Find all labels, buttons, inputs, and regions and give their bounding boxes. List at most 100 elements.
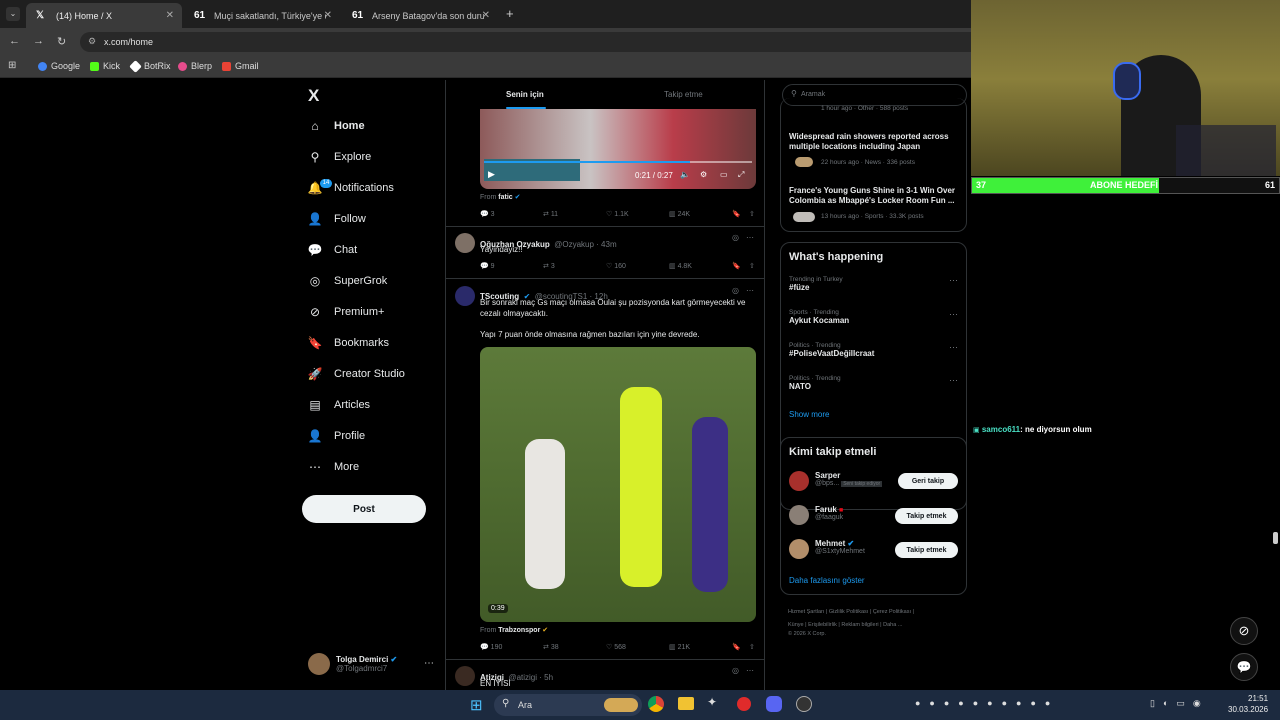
repost-button[interactable]: ⇄ 3 <box>543 262 606 270</box>
reply-button[interactable]: 💬 3 <box>480 210 543 218</box>
views-button[interactable]: ▥ 24K <box>669 210 732 218</box>
tray-status-icons[interactable]: ▯◐▭◉ <box>1150 698 1209 709</box>
news-item[interactable]: France's Young Guns Shine in 3-1 Win Ove… <box>789 186 959 206</box>
reply-button[interactable]: 💬 9 <box>480 262 543 270</box>
media-app-icon[interactable] <box>737 697 751 711</box>
bookmark-icon[interactable]: 🔖 <box>732 262 749 270</box>
post-button[interactable]: Post <box>302 495 426 523</box>
fullscreen-icon[interactable]: ⤢ <box>738 170 744 180</box>
share-icon[interactable]: ⇧ <box>749 210 759 218</box>
avatar[interactable] <box>455 666 475 686</box>
sidebar-item-profile[interactable]: 👤 Profile <box>308 429 366 443</box>
avatar[interactable] <box>789 471 809 491</box>
url-field[interactable]: ⚙ x.com/home <box>80 32 971 52</box>
sidebar-item-supergrok[interactable]: ◎ SuperGrok <box>308 274 387 288</box>
reply-button[interactable]: 💬 190 <box>480 643 543 651</box>
tweet-more-icon[interactable]: ⋯ <box>746 233 754 242</box>
show-more-link[interactable]: Show more <box>789 410 829 419</box>
settings-icon[interactable]: ⚙ <box>700 170 707 179</box>
tab-for-you[interactable]: Senin için <box>506 90 544 99</box>
bookmark-kick[interactable]: Kick <box>90 61 120 71</box>
reload-icon[interactable]: ↻ <box>57 35 66 48</box>
avatar[interactable] <box>308 653 330 675</box>
sidebar-item-chat[interactable]: 💬 Chat <box>308 243 358 257</box>
volume-icon[interactable]: 🔈 <box>680 170 690 179</box>
account-switcher[interactable]: Tolga Demirci ✔ @Tolgadmrci7 <box>336 655 397 673</box>
trend-item[interactable]: Politics · Trending NATO <box>789 375 959 391</box>
taskbar-search[interactable]: ⚲ Ara <box>494 694 642 716</box>
follow-suggestion[interactable]: Mehmet ✔ @S1xtyMehmet <box>815 539 865 555</box>
forward-icon[interactable]: → <box>33 35 44 47</box>
trend-item[interactable]: Politics · Trending #PoliseVaatDeğilIcraa… <box>789 342 959 358</box>
like-button[interactable]: ♡ 1.1K <box>606 210 669 218</box>
close-tab-icon[interactable]: ✕ <box>482 10 490 21</box>
bookmark-icon[interactable]: 🔖 <box>732 210 749 218</box>
bookmark-gmail[interactable]: Gmail <box>222 61 259 71</box>
trend-item[interactable]: Sports · Trending Aykut Kocaman <box>789 309 959 325</box>
tweet-more-icon[interactable]: ⋯ <box>746 666 754 675</box>
tab-muci[interactable]: 61 Muçi sakatlandı, Türkiye'ye dön ✕ <box>184 3 340 28</box>
pip-icon[interactable]: ▭ <box>720 170 728 179</box>
grok-icon[interactable]: ◎ <box>732 233 739 242</box>
repost-button[interactable]: ⇄ 38 <box>543 643 606 651</box>
bookmark-botrix[interactable]: BotRix <box>129 59 171 73</box>
sidebar-item-creator-studio[interactable]: 🚀 Creator Studio <box>308 367 405 381</box>
follow-button[interactable]: Takip etmek <box>895 508 958 524</box>
trend-more-icon[interactable]: ⋯ <box>949 275 958 286</box>
sidebar-item-explore[interactable]: ⚲ Explore <box>308 150 372 164</box>
tab-x-home[interactable]: 𝕏 (14) Home / X ✕ <box>26 3 182 28</box>
account-more-icon[interactable]: ⋯ <box>424 658 434 669</box>
tweet-video[interactable]: ▶ 0:21 / 0:27 🔈 ⚙ ▭ ⤢ <box>480 109 756 189</box>
sidebar-item-more[interactable]: ⋯ More <box>308 460 359 474</box>
follow-suggestion[interactable]: Sarper @bps... Seni takip ediyor <box>815 471 883 487</box>
avatar[interactable] <box>455 286 475 306</box>
views-button[interactable]: ▥ 4.8K <box>669 262 732 270</box>
file-explorer-icon[interactable] <box>678 697 694 710</box>
close-tab-icon[interactable]: ✕ <box>166 10 174 21</box>
sidebar-item-home[interactable]: ⌂ Home <box>308 119 364 133</box>
x-logo-icon[interactable]: X <box>308 86 319 106</box>
bookmark-google[interactable]: Google <box>38 61 80 71</box>
windows-start-icon[interactable]: ⊞ <box>470 696 483 714</box>
back-icon[interactable]: ← <box>9 35 20 47</box>
system-tray-icons[interactable]: ●●●●●●●●●● <box>915 698 1059 708</box>
site-info-icon[interactable]: ⚙ <box>88 36 96 47</box>
new-tab-button[interactable]: + <box>506 6 514 21</box>
chrome-icon[interactable] <box>648 696 664 712</box>
repost-button[interactable]: ⇄ 11 <box>543 210 606 218</box>
messages-floating-button[interactable]: 💬 <box>1230 653 1258 681</box>
avatar[interactable] <box>789 539 809 559</box>
trend-more-icon[interactable]: ⋯ <box>949 342 958 353</box>
follow-button[interactable]: Takip etmek <box>895 542 958 558</box>
video-progress[interactable] <box>484 161 752 163</box>
tweet-more-icon[interactable]: ⋯ <box>746 286 754 295</box>
close-tab-icon[interactable]: ✕ <box>324 10 332 21</box>
views-button[interactable]: ▥ 21K <box>669 643 732 651</box>
like-button[interactable]: ♡ 160 <box>606 262 669 270</box>
sidebar-item-premium[interactable]: ⊘ Premium+ <box>308 305 384 319</box>
tweet-video[interactable]: 0:39 <box>480 347 756 622</box>
share-icon[interactable]: ⇧ <box>749 262 759 270</box>
trend-item[interactable]: Trending in Turkey #füze <box>789 276 959 292</box>
like-button[interactable]: ♡ 568 <box>606 643 669 651</box>
grok-icon[interactable]: ◎ <box>732 666 739 675</box>
bookmark-blerp[interactable]: Blerp <box>178 61 212 71</box>
scrollbar-thumb[interactable] <box>1273 532 1278 544</box>
sidebar-item-bookmarks[interactable]: 🔖 Bookmarks <box>308 336 390 350</box>
follow-back-button[interactable]: Geri takip <box>898 473 958 489</box>
apps-icon[interactable]: ⊞ <box>8 60 16 71</box>
news-item[interactable]: Widespread rain showers reported across … <box>789 132 959 152</box>
sidebar-item-follow[interactable]: 👤 Follow <box>308 212 366 226</box>
sidebar-item-articles[interactable]: ▤ Articles <box>308 398 370 412</box>
discord-icon[interactable] <box>766 696 782 712</box>
bookmark-icon[interactable]: 🔖 <box>732 643 749 651</box>
trend-more-icon[interactable]: ⋯ <box>949 309 958 320</box>
play-icon[interactable]: ▶ <box>488 169 495 180</box>
tab-following[interactable]: Takip etme <box>664 90 703 99</box>
grok-floating-button[interactable]: ⊘ <box>1230 617 1258 645</box>
trend-more-icon[interactable]: ⋯ <box>949 375 958 386</box>
share-icon[interactable]: ⇧ <box>749 643 759 651</box>
avatar[interactable] <box>789 505 809 525</box>
steam-icon[interactable] <box>796 696 812 712</box>
app-icon[interactable]: ✦ <box>707 695 717 709</box>
